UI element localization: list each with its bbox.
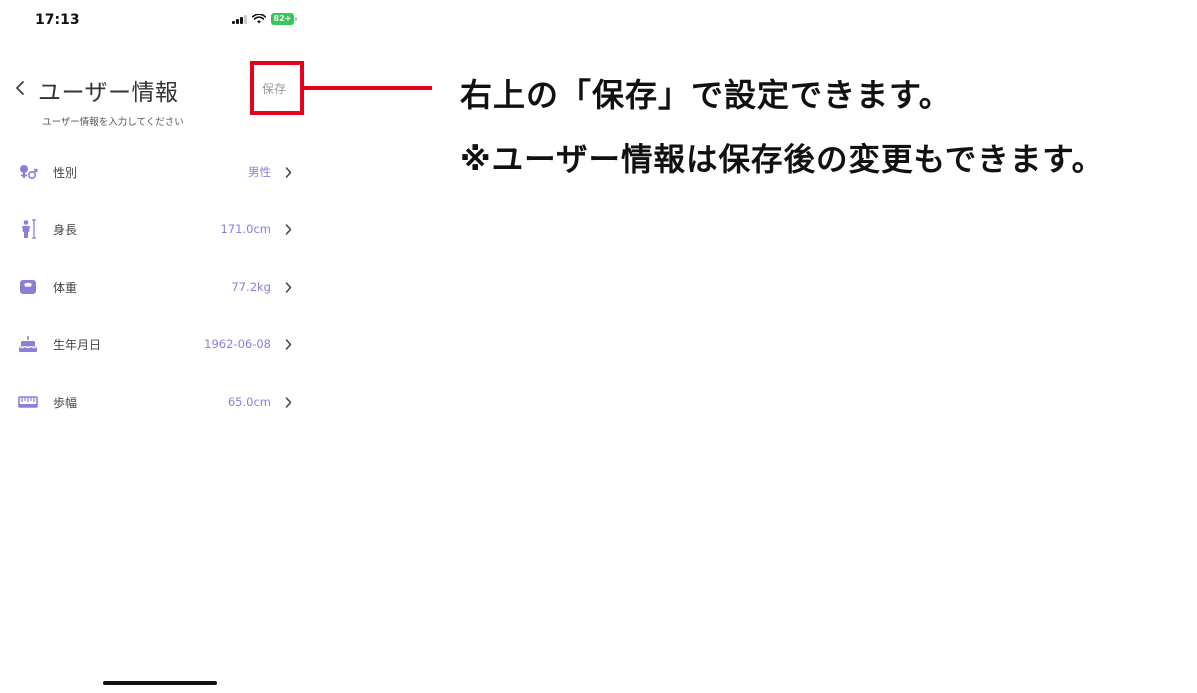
setting-row-gender[interactable]: 性別 男性 (0, 157, 310, 187)
setting-label: 生年月日 (53, 337, 102, 352)
status-time: 17:13 (35, 12, 80, 28)
chevron-right-icon (284, 223, 292, 235)
ruler-icon (18, 392, 38, 412)
annotation-line-1: 右上の「保存」で設定できます。 (460, 76, 952, 114)
setting-label: 歩幅 (53, 395, 78, 410)
setting-value: 男性 (248, 165, 271, 179)
setting-label: 身長 (53, 222, 78, 237)
setting-row-stride[interactable]: 歩幅 65.0cm (0, 387, 310, 417)
highlight-box (250, 61, 304, 115)
back-button[interactable] (12, 78, 28, 98)
wifi-icon (251, 14, 266, 24)
chevron-right-icon (284, 281, 292, 293)
gender-icon (18, 162, 38, 182)
setting-value: 1962-06-08 (204, 337, 271, 351)
setting-value: 65.0cm (227, 395, 271, 409)
setting-label: 体重 (53, 280, 78, 295)
page-title: ユーザー情報 (38, 80, 179, 106)
height-icon (18, 219, 38, 239)
setting-value: 171.0cm (220, 222, 271, 236)
chevron-right-icon (284, 338, 292, 350)
setting-value: 77.2kg (231, 280, 271, 294)
setting-row-birthday[interactable]: 生年月日 1962-06-08 (0, 329, 310, 359)
highlight-connector (304, 86, 432, 90)
birthday-cake-icon (18, 334, 38, 354)
annotation-line-2: ※ユーザー情報は保存後の変更もできます。 (460, 142, 1105, 178)
battery-icon: 82+ (270, 13, 298, 25)
scale-icon (18, 277, 38, 297)
chevron-right-icon (284, 166, 292, 178)
signal-icon (232, 14, 247, 24)
status-icons: 82+ (232, 13, 298, 25)
setting-label: 性別 (53, 165, 78, 180)
chevron-left-icon (16, 81, 24, 95)
setting-row-height[interactable]: 身長 171.0cm (0, 214, 310, 244)
chevron-right-icon (284, 396, 292, 408)
page-subtitle: ユーザー情報を入力してください (42, 117, 184, 128)
home-indicator (103, 681, 217, 685)
setting-row-weight[interactable]: 体重 77.2kg (0, 272, 310, 302)
